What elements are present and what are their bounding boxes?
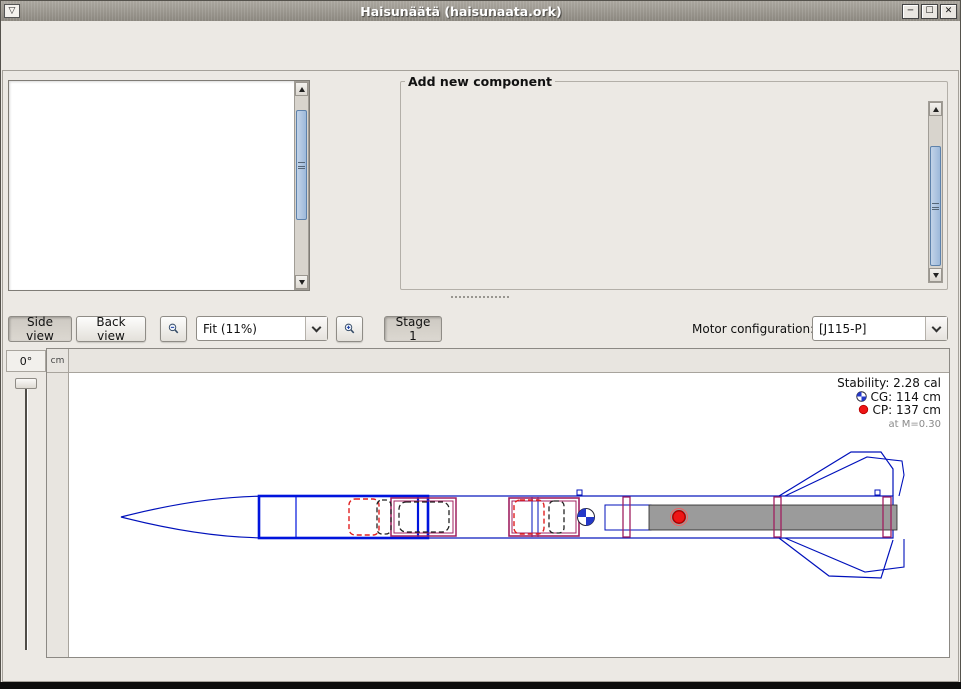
arrow-up-icon <box>933 107 939 112</box>
motor-config-select[interactable]: [J115-P] <box>812 316 948 341</box>
cp-value: CP: 137 cm <box>873 403 941 417</box>
add-component-panel: Add new component <box>400 74 948 290</box>
grip-icon <box>932 203 939 210</box>
minimize-button[interactable]: ─ <box>902 4 919 19</box>
rotation-display: 0° <box>6 350 46 372</box>
rocket-figure-panel: cm <box>46 348 950 658</box>
mach-note: at M=0.30 <box>837 418 941 432</box>
magnifier-plus-icon <box>343 320 356 338</box>
maximize-icon: ☐ <box>925 6 933 16</box>
component-tree <box>9 81 294 290</box>
cg-value: CG: 114 cm <box>870 390 941 404</box>
scroll-down-button[interactable] <box>295 275 308 289</box>
minimize-icon: ─ <box>908 6 913 16</box>
rotation-slider-handle[interactable] <box>15 378 37 389</box>
add-component-title: Add new component <box>405 74 555 89</box>
menu-bar <box>1 21 960 43</box>
horizontal-ruler <box>69 349 949 373</box>
stability-info: Stability: 2.28 cal CG: 114 cm CP: 137 c… <box>837 377 941 431</box>
scrollbar-thumb[interactable] <box>296 110 307 220</box>
app-window: ▽ Haisunäätä (haisunaata.ork) ─ ☐ ✕ Add ne… <box>0 0 961 689</box>
stability-value: Stability: 2.28 cal <box>837 377 941 391</box>
cg-icon <box>856 391 867 402</box>
window-menu-icon[interactable]: ▽ <box>4 4 20 18</box>
vertical-ruler <box>47 373 69 657</box>
motor-config-value: [J115-P] <box>813 322 925 336</box>
component-tree-panel <box>8 80 310 291</box>
motor-config-label: Motor configuration: <box>692 322 814 336</box>
cp-icon <box>858 404 869 415</box>
screen-edge <box>0 682 961 689</box>
chevron-down-icon <box>305 317 327 340</box>
zoom-in-button[interactable] <box>336 316 363 342</box>
magnifier-minus-icon <box>167 320 180 338</box>
rocket-figure <box>69 373 949 657</box>
window-controls: ─ ☐ ✕ <box>902 4 957 19</box>
zoom-level-select[interactable]: Fit (11%) <box>196 316 328 341</box>
back-view-button[interactable]: Back view <box>76 316 146 342</box>
title-bar[interactable]: ▽ Haisunäätä (haisunaata.ork) ─ ☐ ✕ <box>1 1 960 21</box>
rocket-canvas[interactable]: Stability: 2.28 cal CG: 114 cm CP: 137 c… <box>69 373 949 657</box>
arrow-up-icon <box>299 87 305 92</box>
scroll-up-button[interactable] <box>295 82 308 96</box>
scrollbar-thumb[interactable] <box>930 146 941 266</box>
splitter-handle[interactable] <box>450 295 510 299</box>
scroll-down-button[interactable] <box>929 268 942 282</box>
scroll-up-button[interactable] <box>929 102 942 116</box>
close-icon: ✕ <box>945 6 953 16</box>
arrow-down-icon <box>933 273 939 278</box>
window-title: Haisunäätä (haisunaata.ork) <box>20 4 902 19</box>
component-scrollbar[interactable] <box>928 101 943 283</box>
close-button[interactable]: ✕ <box>940 4 957 19</box>
tab-bar <box>1 43 960 71</box>
cp-marker <box>671 509 688 526</box>
zoom-out-button[interactable] <box>160 316 187 342</box>
rotation-slider-track[interactable] <box>25 380 28 650</box>
zoom-level-value: Fit (11%) <box>197 322 305 336</box>
grip-icon <box>298 162 305 169</box>
stage-1-toggle[interactable]: Stage 1 <box>384 316 442 342</box>
chevron-down-icon <box>925 317 947 340</box>
ruler-unit-label: cm <box>47 349 69 373</box>
cg-marker <box>578 509 595 526</box>
side-view-button[interactable]: Side view <box>8 316 72 342</box>
tree-scrollbar[interactable] <box>294 81 309 290</box>
arrow-down-icon <box>299 280 305 285</box>
maximize-button[interactable]: ☐ <box>921 4 938 19</box>
